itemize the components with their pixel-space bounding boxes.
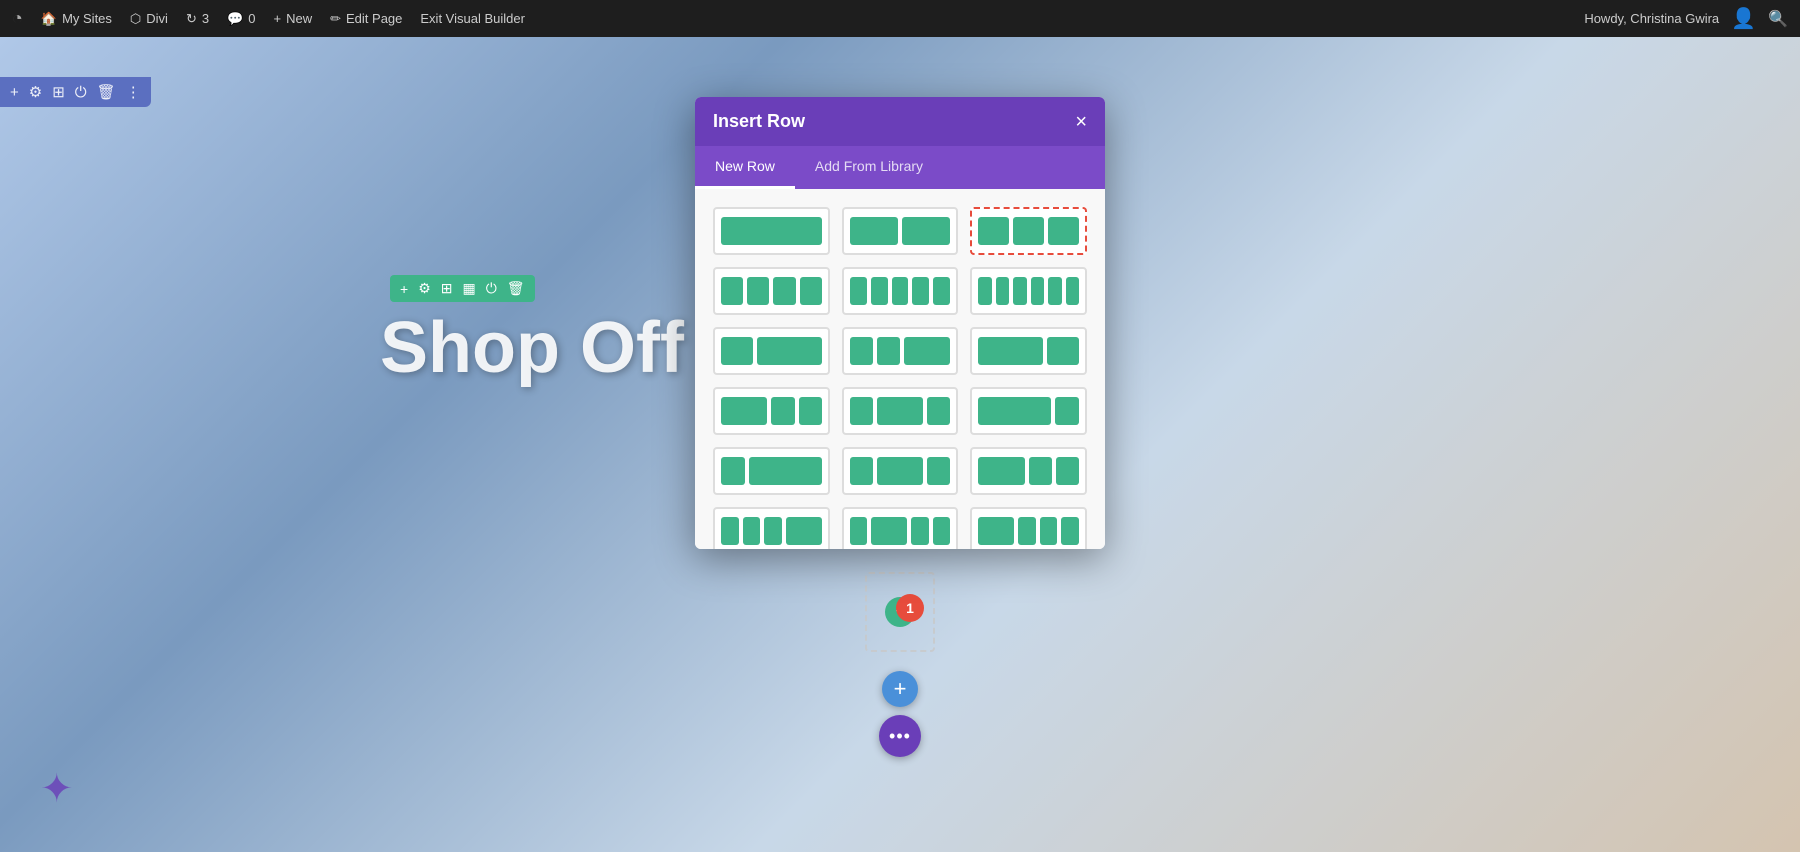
- updates-link[interactable]: ↻ 3: [186, 11, 209, 27]
- search-icon[interactable]: 🔍: [1768, 9, 1788, 29]
- plus-icon: +: [274, 11, 282, 26]
- layout-3col[interactable]: [970, 207, 1087, 255]
- my-sites-link[interactable]: 🏠 My Sites: [41, 11, 112, 27]
- wordpress-icon[interactable]: ◔: [12, 8, 23, 29]
- exit-visual-builder-link[interactable]: Exit Visual Builder: [420, 11, 525, 26]
- admin-bar: ◔ 🏠 My Sites ⬡ Divi ↻ 3 💬 0 + New ✏ Edit…: [0, 0, 1800, 37]
- tab-new-row[interactable]: New Row: [695, 146, 795, 189]
- layout-1-2-1[interactable]: [842, 387, 959, 435]
- layout-1-3[interactable]: [713, 447, 830, 495]
- modal-header: Insert Row ×: [695, 97, 1105, 146]
- layout-6col[interactable]: [970, 267, 1087, 315]
- admin-bar-left: ◔ 🏠 My Sites ⬡ Divi ↻ 3 💬 0 + New ✏ Edit…: [12, 8, 1564, 29]
- howdy-text: Howdy, Christina Gwira: [1584, 11, 1719, 26]
- comments-link[interactable]: 💬 0: [227, 11, 255, 27]
- page-background: + ⚙ ⊞ ⏻ 🗑 ⋮ + ⚙ ⊞ ▦ ⏻ 🗑 Shop Off All Ins…: [0, 37, 1800, 852]
- layout-2-1-1-1[interactable]: [970, 507, 1087, 549]
- insert-row-modal: Insert Row × New Row Add From Library 2 …: [695, 97, 1105, 549]
- divi-icon: ⬡: [130, 11, 141, 27]
- new-link[interactable]: + New: [274, 11, 313, 26]
- comments-icon: 💬: [227, 11, 243, 27]
- home-icon: 🏠: [41, 11, 57, 27]
- layout-2col[interactable]: [842, 207, 959, 255]
- layout-3-1[interactable]: [970, 387, 1087, 435]
- layout-5col[interactable]: [842, 267, 959, 315]
- layout-1-2[interactable]: [713, 327, 830, 375]
- layouts-grid: [713, 207, 1087, 549]
- layout-1-2-1-1[interactable]: [842, 507, 959, 549]
- modal-close-button[interactable]: ×: [1075, 112, 1087, 132]
- modal-title: Insert Row: [713, 111, 805, 132]
- layout-2-1-1[interactable]: [713, 387, 830, 435]
- modal-overlay: Insert Row × New Row Add From Library 2 …: [0, 37, 1800, 852]
- modal-tabs: New Row Add From Library: [695, 146, 1105, 189]
- layout-1-1-1-2[interactable]: [713, 507, 830, 549]
- edit-page-link[interactable]: ✏ Edit Page: [330, 11, 402, 27]
- admin-bar-right: Howdy, Christina Gwira 👤 🔍: [1584, 6, 1788, 31]
- layout-4col[interactable]: [713, 267, 830, 315]
- modal-content: [695, 189, 1105, 549]
- layout-2-1[interactable]: [970, 327, 1087, 375]
- layout-1-2-1b[interactable]: [842, 447, 959, 495]
- layout-1col[interactable]: [713, 207, 830, 255]
- pencil-icon: ✏: [330, 11, 341, 27]
- layout-1-1-2[interactable]: [842, 327, 959, 375]
- divi-link[interactable]: ⬡ Divi: [130, 11, 168, 27]
- tab-add-from-library[interactable]: Add From Library: [795, 146, 943, 189]
- updates-icon: ↻: [186, 11, 197, 27]
- avatar: 👤: [1731, 6, 1756, 31]
- layout-2-1-1b[interactable]: [970, 447, 1087, 495]
